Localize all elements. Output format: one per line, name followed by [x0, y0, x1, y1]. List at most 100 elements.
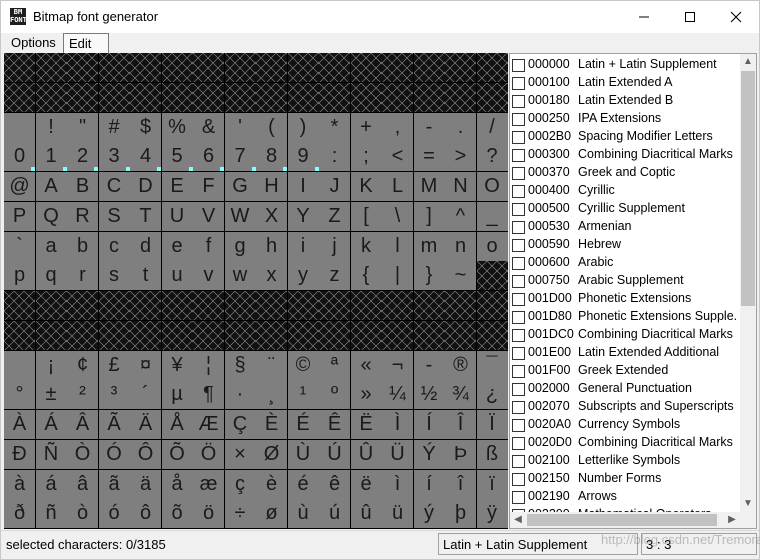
range-checkbox[interactable]: [512, 167, 525, 180]
glyph-cell[interactable]: ~: [445, 261, 476, 291]
glyph-cell[interactable]: +: [350, 112, 382, 142]
glyph-cell[interactable]: «: [350, 350, 382, 380]
glyph-cell-unavailable[interactable]: [287, 291, 319, 320]
scroll-left-icon[interactable]: ◀: [510, 512, 526, 528]
glyph-cell[interactable]: ,: [382, 112, 413, 142]
glyph-cell[interactable]: Ê: [319, 410, 350, 439]
glyph-cell[interactable]: W: [224, 201, 256, 231]
range-checkbox[interactable]: [512, 455, 525, 468]
glyph-cell-unavailable[interactable]: [445, 82, 476, 112]
glyph-cell-unavailable[interactable]: [4, 291, 35, 320]
glyph-cell[interactable]: ¼: [382, 380, 413, 410]
glyph-cell[interactable]: ý: [413, 499, 445, 529]
glyph-cell[interactable]: ·: [224, 380, 256, 410]
unicode-range-item[interactable]: 002190 Arrows: [510, 488, 742, 506]
glyph-cell-unavailable[interactable]: [445, 53, 476, 82]
range-checkbox[interactable]: [512, 131, 525, 144]
glyph-cell[interactable]: ¡: [35, 350, 67, 380]
glyph-cell[interactable]: Ü: [382, 439, 413, 469]
glyph-cell[interactable]: º: [319, 380, 350, 410]
menu-edit[interactable]: Edit: [63, 33, 109, 53]
glyph-cell-unavailable[interactable]: [476, 320, 508, 350]
glyph-cell[interactable]: p: [4, 261, 35, 291]
glyph-cell[interactable]: M: [413, 172, 445, 201]
glyph-cell[interactable]: ^: [445, 201, 476, 231]
glyph-cell[interactable]: Ç: [224, 410, 256, 439]
glyph-cell[interactable]: J: [319, 172, 350, 201]
glyph-cell-unavailable[interactable]: [161, 82, 193, 112]
glyph-cell[interactable]: z: [319, 261, 350, 291]
unicode-range-item[interactable]: 002100 Letterlike Symbols: [510, 452, 742, 470]
glyph-cell-unavailable[interactable]: [130, 82, 161, 112]
glyph-cell[interactable]: V: [193, 201, 224, 231]
unicode-range-item[interactable]: 0002B0 Spacing Modifier Letters: [510, 128, 742, 146]
glyph-cell[interactable]: q: [35, 261, 67, 291]
scroll-right-icon[interactable]: ▶: [724, 512, 740, 528]
glyph-cell[interactable]: ¢: [67, 350, 98, 380]
range-checkbox[interactable]: [512, 185, 525, 198]
glyph-cell-unavailable[interactable]: [67, 291, 98, 320]
glyph-cell-unavailable[interactable]: [193, 320, 224, 350]
glyph-cell[interactable]: 2: [67, 142, 98, 172]
unicode-range-item[interactable]: 000300 Combining Diacritical Marks: [510, 146, 742, 164]
glyph-cell[interactable]: %: [161, 112, 193, 142]
glyph-cell[interactable]: Q: [35, 201, 67, 231]
glyph-cell[interactable]: N: [445, 172, 476, 201]
glyph-cell[interactable]: ß: [476, 439, 508, 469]
glyph-cell[interactable]: h: [256, 231, 287, 261]
glyph-cell[interactable]: r: [67, 261, 98, 291]
glyph-cell[interactable]: ½: [413, 380, 445, 410]
glyph-cell-unavailable[interactable]: [382, 291, 413, 320]
glyph-cell-unavailable[interactable]: [193, 82, 224, 112]
unicode-range-item[interactable]: 000180 Latin Extended B: [510, 92, 742, 110]
glyph-cell[interactable]: s: [98, 261, 130, 291]
glyph-cell[interactable]: ä: [130, 469, 161, 499]
glyph-cell[interactable]: ª: [319, 350, 350, 380]
glyph-cell-unavailable[interactable]: [382, 53, 413, 82]
glyph-cell-unavailable[interactable]: [476, 82, 508, 112]
glyph-cell[interactable]: ¥: [161, 350, 193, 380]
glyph-cell-unavailable[interactable]: [161, 53, 193, 82]
vertical-scroll-thumb[interactable]: [741, 71, 755, 306]
glyph-cell[interactable]: è: [256, 469, 287, 499]
glyph-cell[interactable]: e: [161, 231, 193, 261]
unicode-range-item[interactable]: 002150 Number Forms: [510, 470, 742, 488]
maximize-button[interactable]: [667, 1, 713, 33]
glyph-cell[interactable]: Ó: [98, 439, 130, 469]
glyph-cell-unavailable[interactable]: [98, 320, 130, 350]
glyph-cell[interactable]: å: [161, 469, 193, 499]
range-checkbox[interactable]: [512, 365, 525, 378]
glyph-cell[interactable]: ï: [476, 469, 508, 499]
glyph-cell[interactable]: í: [413, 469, 445, 499]
list-horizontal-scrollbar[interactable]: ◀ ▶: [510, 512, 756, 528]
glyph-cell[interactable]: }: [413, 261, 445, 291]
glyph-cell-unavailable[interactable]: [476, 261, 508, 291]
glyph-cell[interactable]: ô: [130, 499, 161, 529]
glyph-cell-unavailable[interactable]: [413, 320, 445, 350]
glyph-cell[interactable]: 3: [98, 142, 130, 172]
unicode-range-item[interactable]: 001E00 Latin Extended Additional: [510, 344, 742, 362]
glyph-cell[interactable]: v: [193, 261, 224, 291]
unicode-range-item[interactable]: 000400 Cyrillic: [510, 182, 742, 200]
glyph-cell[interactable]: Y: [287, 201, 319, 231]
scroll-down-icon[interactable]: ▼: [740, 496, 756, 512]
glyph-cell-unavailable[interactable]: [67, 53, 98, 82]
glyph-cell[interactable]: Ë: [350, 410, 382, 439]
glyph-cell[interactable]: ): [287, 112, 319, 142]
unicode-range-item[interactable]: 001D00 Phonetic Extensions: [510, 290, 742, 308]
glyph-cell[interactable]: k: [350, 231, 382, 261]
glyph-cell[interactable]: <: [382, 142, 413, 172]
unicode-range-item[interactable]: 000370 Greek and Coptic: [510, 164, 742, 182]
glyph-cell-unavailable[interactable]: [287, 82, 319, 112]
glyph-cell-unavailable[interactable]: [67, 320, 98, 350]
glyph-cell[interactable]: y: [287, 261, 319, 291]
range-checkbox[interactable]: [512, 257, 525, 270]
glyph-cell-unavailable[interactable]: [4, 82, 35, 112]
range-checkbox[interactable]: [512, 293, 525, 306]
glyph-cell[interactable]: S: [98, 201, 130, 231]
glyph-cell-unavailable[interactable]: [319, 82, 350, 112]
glyph-cell[interactable]: Ú: [319, 439, 350, 469]
range-checkbox[interactable]: [512, 77, 525, 90]
glyph-cell[interactable]: û: [350, 499, 382, 529]
glyph-cell[interactable]: X: [256, 201, 287, 231]
